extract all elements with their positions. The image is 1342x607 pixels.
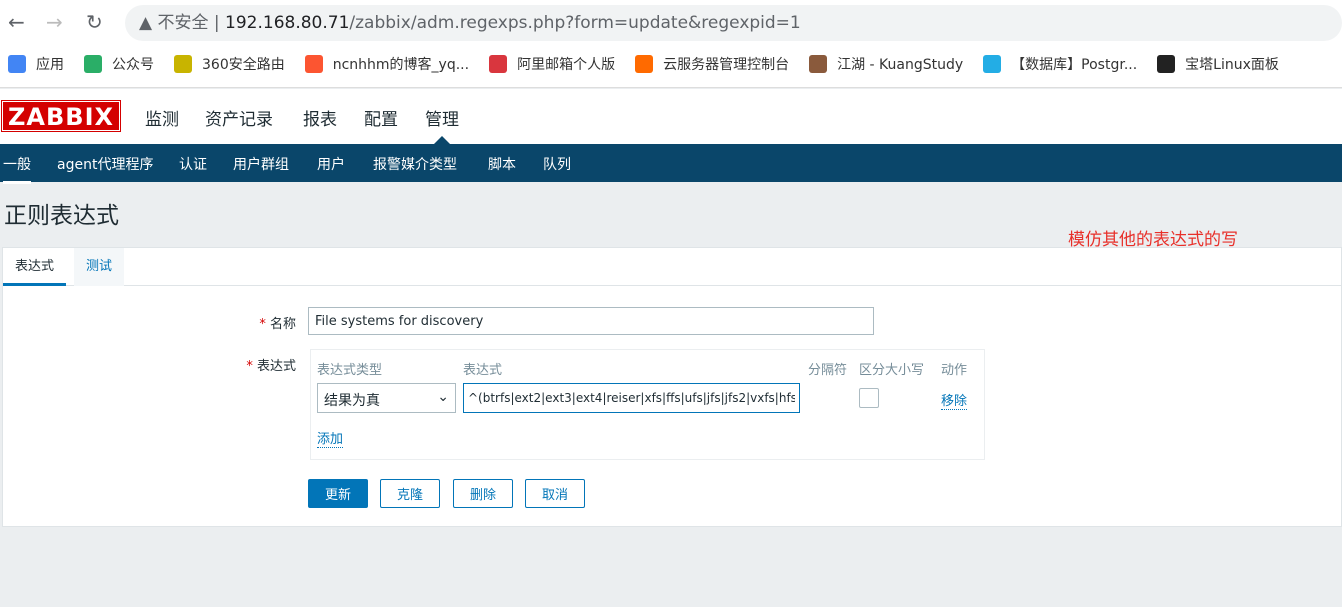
avatar-icon bbox=[809, 55, 828, 73]
bookmark-label: 江湖 - KuangStudy bbox=[837, 57, 964, 73]
expressions-table: 表达式类型 表达式 分隔符 区分大小写 动作 结果为真 ⌄ 移除 添加 bbox=[310, 349, 985, 460]
bookmark-label: 应用 bbox=[36, 57, 64, 73]
bt-icon bbox=[1157, 55, 1176, 73]
back-icon[interactable]: ← bbox=[8, 10, 25, 34]
submenu-general[interactable]: 一般 bbox=[3, 154, 31, 184]
wechat-icon bbox=[84, 55, 102, 73]
mail-icon bbox=[489, 55, 508, 73]
case-sensitive-checkbox[interactable] bbox=[859, 388, 879, 408]
active-menu-pointer bbox=[434, 136, 450, 144]
bookmark-item[interactable]: 阿里邮箱个人版 bbox=[489, 54, 615, 74]
clone-button[interactable]: 克隆 bbox=[380, 479, 440, 508]
bookmark-item[interactable]: 【数据库】Postgr... bbox=[983, 54, 1137, 74]
bookmark-item[interactable]: ncnhhm的博客_yq... bbox=[304, 54, 470, 74]
zabbix-logo[interactable]: ZABBIX bbox=[1, 100, 121, 132]
browser-chrome: ← → ↻ ▲ 不安全 | 192.168.80.71/zabbix/adm.r… bbox=[0, 0, 1342, 88]
csdn-icon bbox=[304, 55, 323, 73]
bookmark-label: 【数据库】Postgr... bbox=[1011, 57, 1138, 73]
header-case-sensitive: 区分大小写 bbox=[859, 363, 925, 378]
header-action: 动作 bbox=[941, 363, 968, 378]
menu-monitoring[interactable]: 监测 bbox=[145, 105, 179, 130]
reload-icon[interactable]: ↻ bbox=[86, 10, 103, 34]
bookmark-label: 宝塔Linux面板 bbox=[1185, 57, 1279, 73]
name-label: 名称 bbox=[269, 317, 296, 332]
page-title: 正则表达式 bbox=[4, 203, 119, 229]
bookmark-label: 阿里邮箱个人版 bbox=[517, 57, 616, 73]
remove-link[interactable]: 移除 bbox=[941, 390, 968, 410]
url-path: /zabbix/adm.regexps.php?form=update&rege… bbox=[349, 13, 801, 33]
expression-input[interactable] bbox=[463, 383, 800, 413]
add-link[interactable]: 添加 bbox=[317, 428, 344, 448]
name-input[interactable] bbox=[308, 307, 874, 335]
url-host: 192.168.80.71 bbox=[225, 13, 350, 33]
menu-inventory[interactable]: 资产记录 bbox=[205, 105, 273, 130]
header-delimiter: 分隔符 bbox=[808, 363, 848, 378]
warning-icon: ▲ bbox=[139, 13, 153, 33]
type-select[interactable]: 结果为真 ⌄ bbox=[317, 383, 456, 413]
bookmark-item[interactable]: 应用 bbox=[8, 54, 64, 74]
chevron-down-icon: ⌄ bbox=[437, 389, 449, 405]
submenu-users[interactable]: 用户 bbox=[317, 154, 345, 174]
cancel-button[interactable]: 取消 bbox=[525, 479, 585, 508]
submenu-proxies[interactable]: agent代理程序 bbox=[57, 154, 153, 174]
form-panel: 表达式 测试 * 名称 * 表达式 表达式类型 表达式 分隔符 区分大小写 动作… bbox=[2, 247, 1342, 527]
aliyun-icon bbox=[635, 55, 654, 73]
submenu-scripts[interactable]: 脚本 bbox=[488, 154, 516, 174]
bookmarks-bar: 应用 公众号 360安全路由 ncnhhm的博客_yq... 阿里邮箱个人版 云服务器管理… bbox=[8, 54, 1299, 74]
bookmark-item[interactable]: 360安全路由 bbox=[174, 54, 285, 74]
top-nav: ZABBIX 监测 资产记录 报表 配置 管理 bbox=[0, 89, 1342, 144]
delete-button[interactable]: 删除 bbox=[453, 479, 513, 508]
menu-configuration[interactable]: 配置 bbox=[364, 105, 398, 130]
bookmark-label: 云服务器管理控制台 bbox=[663, 57, 790, 73]
360-icon bbox=[174, 55, 192, 73]
submenu-media-types[interactable]: 报警媒介类型 bbox=[373, 154, 457, 174]
bookmark-label: 公众号 bbox=[112, 57, 154, 73]
submenu-authentication[interactable]: 认证 bbox=[179, 154, 207, 174]
expression-label: 表达式 bbox=[256, 359, 296, 374]
update-button[interactable]: 更新 bbox=[308, 479, 368, 508]
tab-bar: 表达式 测试 bbox=[3, 248, 1341, 286]
bookmark-label: 360安全路由 bbox=[202, 57, 285, 73]
forward-icon[interactable]: → bbox=[46, 10, 63, 34]
menu-reports[interactable]: 报表 bbox=[303, 105, 337, 130]
bookmark-item[interactable]: 江湖 - KuangStudy bbox=[809, 54, 963, 74]
bookmark-label: ncnhhm的博客_yq... bbox=[332, 57, 470, 73]
address-bar[interactable]: ▲ 不安全 | 192.168.80.71/zabbix/adm.regexps… bbox=[125, 5, 1342, 41]
menu-administration[interactable]: 管理 bbox=[425, 105, 459, 130]
apps-grid-icon bbox=[8, 55, 26, 73]
tab-test[interactable]: 测试 bbox=[74, 248, 125, 286]
bookmark-item[interactable]: 云服务器管理控制台 bbox=[635, 54, 789, 74]
header-type: 表达式类型 bbox=[317, 363, 383, 378]
bilibili-icon bbox=[983, 55, 1002, 73]
insecure-label: 不安全 bbox=[157, 13, 209, 33]
header-expression: 表达式 bbox=[463, 363, 503, 378]
type-select-value: 结果为真 bbox=[324, 393, 380, 409]
sub-nav: 一般 agent代理程序 认证 用户群组 用户 报警媒介类型 脚本 队列 bbox=[0, 144, 1342, 184]
bookmark-item[interactable]: 公众号 bbox=[84, 54, 154, 74]
submenu-user-groups[interactable]: 用户群组 bbox=[233, 154, 289, 174]
tab-expressions[interactable]: 表达式 bbox=[3, 248, 67, 286]
bookmark-item[interactable]: 宝塔Linux面板 bbox=[1157, 54, 1279, 74]
submenu-queue[interactable]: 队列 bbox=[543, 154, 571, 174]
